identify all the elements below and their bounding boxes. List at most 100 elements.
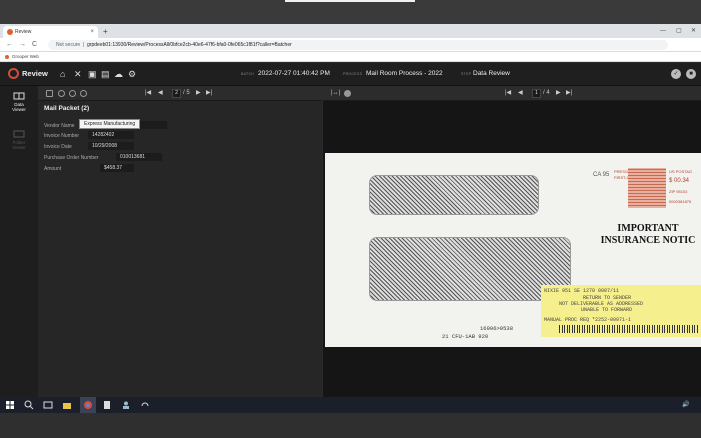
task-view-icon[interactable]	[43, 400, 53, 410]
image-page-number-input[interactable]: 1	[532, 89, 541, 98]
url-field[interactable]: Not secure | grpdeeb01:13930/Review/Proc…	[48, 40, 668, 50]
envelope-headline: IMPORTANT INSURANCE NOTIC	[593, 223, 701, 247]
folder-viewer-icon	[13, 130, 25, 138]
postage-text-5: 0000381875	[669, 199, 692, 204]
chrome-icon[interactable]	[83, 400, 93, 410]
back-button[interactable]: ←	[6, 40, 13, 50]
first-page-button[interactable]: |◀	[145, 89, 151, 98]
sidebar-item-folder-viewer[interactable]: Folder Viewer	[0, 130, 38, 150]
info-icon[interactable]	[344, 90, 351, 97]
sticker-line-4: UNABLE TO FORWARD	[581, 307, 633, 313]
bottom-letterbox	[0, 413, 701, 438]
top-strip	[285, 0, 415, 2]
envelope-code-1: 16996>9538	[480, 325, 514, 332]
sidebar-item-label: Viewer	[12, 145, 26, 150]
postal-code: CA 95	[593, 172, 610, 178]
user-app-icon[interactable]	[121, 400, 131, 410]
po-number-field[interactable]: 010013681	[116, 153, 162, 161]
grooper-logo-icon	[8, 68, 19, 79]
reload-button[interactable]: C	[32, 40, 37, 50]
tools-icon[interactable]: ✕	[74, 68, 82, 80]
complete-task-button[interactable]: ✓	[671, 69, 681, 79]
postage-amount: $ 00.34	[669, 178, 690, 184]
sidebar-item-data-viewer[interactable]: Data Viewer	[0, 92, 38, 112]
sticker-line-1: NIXIE 951 SE 1270 0007/11	[544, 288, 620, 294]
invoice-number-label: Invoice Number	[44, 133, 80, 139]
image-panel: |↔| |◀ ◀ 1 / 4 ▶ ▶| CA 95 PRESORTED FIRS…	[323, 86, 701, 397]
amount-label: Amount	[44, 166, 62, 172]
document-viewer[interactable]: CA 95 PRESORTED FIRST-CLASS US POSTAG ZI…	[323, 101, 701, 397]
packet-title: Mail Packet (2)	[44, 105, 90, 112]
image-next-page-button[interactable]: ▶	[556, 89, 561, 98]
settings-icon[interactable]: ⚙	[128, 68, 136, 80]
invoice-date-field[interactable]: 10/29/2008	[88, 142, 134, 150]
home-icon[interactable]: ⌂	[60, 68, 65, 80]
postage-stamp	[628, 168, 666, 208]
bookmarks-bar: Grooper Web	[0, 52, 701, 62]
file-explorer-icon[interactable]	[62, 400, 72, 410]
maximize-button[interactable]: ▢	[676, 26, 682, 36]
archive-icon[interactable]: ▣	[88, 68, 97, 80]
address-bar: ← → C Not secure | grpdeeb01:13930/Revie…	[0, 38, 701, 52]
app-header: Review ⌂ ✕ ▣ ▤ ☁ ⚙ BATCH 2022-07-27 01:4…	[0, 63, 701, 86]
sticker-barcode	[559, 325, 699, 333]
minimize-button[interactable]: —	[660, 26, 666, 36]
amount-field[interactable]: $458.37	[100, 164, 134, 172]
process-value: Mail Room Process - 2022	[366, 70, 443, 77]
stop-button[interactable]: ■	[686, 69, 696, 79]
data-panel: |◀ ◀ 2 / 5 ▶ ▶| Mail Packet (2) Vendor N…	[38, 86, 322, 397]
vendor-tooltip: Express Manufacturing	[79, 119, 141, 129]
envelope-code-2: 21 CFU-1AB 920	[442, 333, 489, 340]
page-number-input[interactable]: 2	[172, 89, 181, 98]
data-panel-toolbar: |◀ ◀ 2 / 5 ▶ ▶|	[38, 86, 322, 101]
return-to-sender-sticker: NIXIE 951 SE 1270 0007/11 RETURN TO SEND…	[541, 285, 701, 337]
process-label: PROCESS	[343, 72, 363, 76]
close-window-button[interactable]: ✕	[691, 26, 696, 36]
headline-line-1: IMPORTANT	[617, 223, 679, 234]
cloud-icon[interactable]: ☁	[114, 68, 123, 80]
step-label: STEP	[461, 72, 472, 76]
browser-tab[interactable]: Review ×	[3, 26, 98, 38]
invoice-date-label: Invoice Date	[44, 144, 72, 150]
browser-tabbar: Review × + — ▢ ✕	[0, 24, 701, 38]
tab-close-icon[interactable]: ×	[90, 26, 94, 38]
bookmark-favicon-icon	[5, 55, 9, 59]
inbox-icon[interactable]: ▤	[101, 68, 110, 80]
sidebar: Data Viewer Folder Viewer	[0, 86, 38, 397]
screen: Review × + — ▢ ✕ ← → C Not secure | grpd…	[0, 0, 701, 438]
next-page-button[interactable]: ▶	[196, 89, 201, 98]
sticker-line-5: MANUAL PROC REQ *2252-00971-1	[544, 317, 632, 323]
save-icon[interactable]	[46, 90, 53, 97]
clear-icon[interactable]	[58, 90, 65, 97]
envelope-image: CA 95 PRESORTED FIRST-CLASS US POSTAG ZI…	[325, 153, 701, 347]
new-tab-button[interactable]: +	[103, 26, 108, 38]
batch-label: BATCH	[241, 72, 255, 76]
favicon-icon	[7, 29, 13, 35]
image-last-page-button[interactable]: ▶|	[566, 89, 572, 98]
prev-page-button[interactable]: ◀	[158, 89, 163, 98]
document-app-icon[interactable]	[102, 400, 112, 410]
postage-text-4: ZIP 95103	[669, 189, 688, 194]
fit-width-icon[interactable]: |↔|	[331, 89, 340, 98]
security-indicator[interactable]: Not secure	[56, 42, 80, 48]
windows-start-icon[interactable]	[5, 400, 15, 410]
search-icon[interactable]	[24, 400, 34, 410]
last-page-button[interactable]: ▶|	[206, 89, 212, 98]
forward-button[interactable]: →	[19, 40, 26, 50]
headline-line-2: INSURANCE NOTIC	[600, 235, 696, 246]
os-taskbar: 🔊	[0, 397, 701, 413]
speaker-icon[interactable]: 🔊	[682, 400, 689, 410]
tab-title: Review	[15, 29, 32, 35]
image-first-page-button[interactable]: |◀	[505, 89, 511, 98]
po-number-label: Purchase Order Number	[44, 155, 99, 161]
headset-icon[interactable]	[140, 400, 150, 410]
sidebar-item-label: Viewer	[12, 107, 26, 112]
image-prev-page-button[interactable]: ◀	[518, 89, 523, 98]
data-viewer-icon	[13, 92, 25, 100]
add-icon[interactable]	[80, 90, 87, 97]
invoice-number-field[interactable]: 14282402	[88, 131, 134, 139]
image-page-total: / 4	[543, 90, 550, 96]
clock-icon[interactable]	[69, 90, 76, 97]
image-panel-toolbar: |↔| |◀ ◀ 1 / 4 ▶ ▶|	[323, 86, 701, 101]
bookmark-grooper-web[interactable]: Grooper Web	[12, 54, 39, 59]
